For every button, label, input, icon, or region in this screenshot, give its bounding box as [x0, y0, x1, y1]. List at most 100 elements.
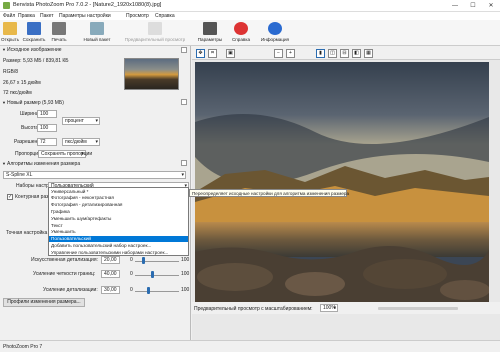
new-batch-label: Новый пакет [83, 37, 111, 42]
zoom-in-icon[interactable]: + [286, 49, 295, 58]
resolution-unit-select[interactable]: пкс/дюйм [62, 138, 100, 146]
save-button[interactable]: Сохранить [22, 21, 46, 45]
preset-option[interactable]: Универсальный * [49, 189, 188, 195]
toolbar: Открыть Сохранить Печать Новый пакет Пре… [0, 20, 500, 46]
help-button[interactable]: Справка [230, 21, 252, 45]
presets-dropdown-list: Универсальный * Фотография - неконтрастна… [48, 187, 189, 256]
width-field[interactable]: 100 [37, 110, 57, 118]
menu-help[interactable]: Справка [155, 13, 175, 19]
status-bar: PhotoZoom Pro 7 [0, 340, 500, 352]
zoom-out-icon[interactable]: − [274, 49, 283, 58]
algorithms-header[interactable]: ▼Алгоритмы изменения размера [2, 161, 187, 168]
resolution-field[interactable]: 72 [37, 138, 57, 146]
source-dimensions: 26,67 x 15 дюйм [3, 80, 41, 86]
source-size: Размер: 5,93 МБ / 839,81 КБ [3, 58, 69, 64]
compare-view-icon[interactable]: ◧ [352, 49, 361, 58]
proportions-select[interactable]: Сохранять пропорции [38, 150, 92, 158]
minimize-button[interactable]: — [446, 0, 464, 12]
folder-icon [3, 22, 17, 35]
preview-image[interactable] [195, 62, 489, 302]
source-thumbnail[interactable] [124, 58, 179, 90]
detail-boost-slider[interactable] [146, 287, 150, 294]
presets-tooltip: Переопределяет исходные настройки для ал… [189, 189, 349, 197]
split-vertical-icon[interactable]: ◫ [328, 49, 337, 58]
preset-option[interactable]: Добавить пользовательский набор настроек… [49, 243, 188, 249]
source-resolution: 72 пкс/дюйм [3, 90, 32, 96]
split-horizontal-icon[interactable]: ⊟ [340, 49, 349, 58]
preview-zoom-select[interactable]: 100% [320, 304, 338, 312]
pin-icon[interactable] [181, 47, 187, 53]
preview-label: Предварительный просмотр [124, 37, 186, 42]
slider-min: 0 [130, 271, 133, 277]
horizontal-scrollbar[interactable] [378, 307, 458, 310]
new-batch-button[interactable]: Новый пакет [80, 21, 114, 45]
print-button[interactable]: Печать [49, 21, 69, 45]
preset-option[interactable]: Фотография - неконтрастная [49, 195, 188, 201]
source-image-header-label: Исходное изображение [7, 47, 62, 53]
crop-tool-icon[interactable]: ⌗ [208, 49, 217, 58]
preset-option[interactable]: Текст [49, 223, 188, 229]
info-button[interactable]: Информация [258, 21, 292, 45]
artificial-detail-field[interactable]: 20,00 [101, 256, 120, 264]
menu-batch[interactable]: Пакет [40, 13, 54, 19]
preset-option[interactable]: Графика [49, 209, 188, 215]
edge-sharpness-track [135, 275, 179, 276]
zoom-fit-icon[interactable]: ▣ [226, 49, 235, 58]
height-field[interactable]: 100 [37, 124, 57, 132]
slider-max: 100 [181, 287, 190, 293]
preset-option[interactable]: Фотография - детализированная [49, 202, 188, 208]
preset-option[interactable]: Уменьшить шум/артефакты [49, 216, 188, 222]
edge-sharpness-field[interactable]: 40,00 [101, 270, 120, 278]
contour-label: Контурная разр [15, 194, 52, 200]
preset-option[interactable]: Уменьшить [49, 229, 188, 235]
landscape-photo [195, 62, 489, 302]
artificial-detail-slider[interactable] [142, 257, 146, 264]
preview-statusbar: Предварительный просмотр с масштабирован… [192, 302, 500, 314]
info-label: Информация [260, 37, 290, 42]
maximize-button[interactable]: ☐ [464, 0, 482, 12]
slider-min: 0 [130, 257, 133, 263]
view-toolbar: ✥ ⌗ ▣ − + ▮ ◫ ⊟ ◧ ▦ [192, 46, 500, 60]
menu-file[interactable]: Файл [3, 13, 15, 19]
preset-option[interactable]: Пользовательский [49, 236, 188, 243]
detail-boost-track [135, 291, 179, 292]
pin-icon[interactable] [181, 160, 187, 166]
new-size-header[interactable]: ▼Новый размер (5,93 МБ) [2, 100, 187, 107]
algorithms-header-label: Алгоритмы изменения размера [7, 161, 81, 167]
tools-icon [203, 22, 217, 35]
slider-max: 100 [181, 271, 190, 277]
menu-view[interactable]: Просмотр [126, 13, 149, 19]
pin-icon[interactable] [181, 99, 187, 105]
artificial-detail-label: Искусственная детализация: [31, 257, 98, 263]
info-icon [268, 22, 282, 35]
detail-boost-field[interactable]: 30,00 [101, 286, 120, 294]
help-lifebuoy-icon [234, 22, 248, 35]
resize-method-select[interactable]: S-Spline XL [3, 171, 186, 179]
close-button[interactable]: ✕ [482, 0, 500, 12]
pan-tool-icon[interactable]: ✥ [196, 49, 205, 58]
app-logo-icon [3, 2, 10, 9]
help-label: Справка [231, 37, 251, 42]
slider-min: 0 [130, 287, 133, 293]
open-button[interactable]: Открыть [1, 21, 19, 45]
preset-option[interactable]: Управление пользовательскими наборами на… [49, 250, 188, 256]
preview-zoom-label: Предварительный просмотр с масштабирован… [194, 306, 313, 312]
menu-settings[interactable]: Параметры настройки [59, 13, 111, 19]
quad-view-icon[interactable]: ▦ [364, 49, 373, 58]
print-label: Печать [51, 37, 67, 42]
preview-button[interactable]: Предварительный просмотр [120, 21, 190, 45]
save-label: Сохранить [22, 37, 46, 42]
size-unit-select[interactable]: процент [62, 117, 100, 125]
detail-boost-label: Усиление детализации: [43, 287, 98, 293]
source-mode: RGB/8 [3, 69, 19, 75]
single-view-icon[interactable]: ▮ [316, 49, 325, 58]
menu-edit[interactable]: Правка [18, 13, 35, 19]
source-image-header[interactable]: ▼Исходное изображение [2, 47, 187, 54]
fine-tune-label: Точная настройка [6, 230, 48, 236]
parameters-button[interactable]: Параметры [195, 21, 225, 45]
contour-checkbox[interactable]: ✓ [7, 194, 13, 200]
status-app-name: PhotoZoom Pro 7 [3, 344, 43, 350]
edge-sharpness-label: Усиление четкости границ: [33, 271, 96, 277]
edge-sharpness-slider[interactable] [151, 271, 155, 278]
resize-profiles-button[interactable]: Профили изменения размера... [3, 298, 85, 307]
